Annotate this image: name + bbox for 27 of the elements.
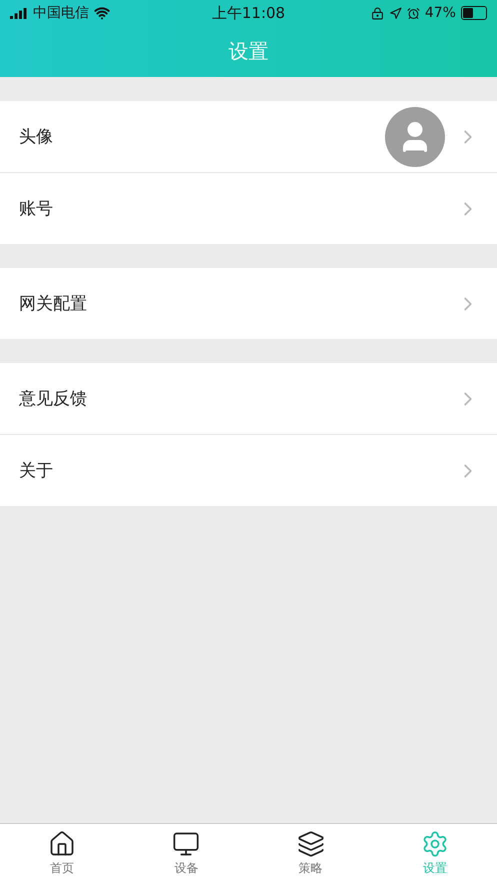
battery-icon [460, 6, 487, 20]
battery-percent: 47% [424, 5, 456, 21]
row-label: 账号 [19, 198, 54, 220]
tab-item[interactable]: 设备 [124, 824, 248, 883]
settings-row[interactable]: 网关配置 [0, 268, 497, 339]
home-icon [48, 830, 76, 858]
rotation-lock-icon [370, 6, 384, 20]
wifi-icon [94, 5, 110, 21]
status-time: 上午11:08 [212, 4, 286, 22]
settings-row[interactable]: 关于 [0, 434, 497, 506]
row-label: 关于 [19, 460, 54, 482]
carrier-text: 中国电信 [33, 4, 89, 22]
settings-row[interactable]: 意见反馈 [0, 363, 497, 434]
layers-icon [296, 830, 325, 858]
settings-row[interactable]: 头像 [0, 101, 497, 172]
page-title: 设置 [228, 38, 268, 65]
tab-item[interactable]: 首页 [0, 824, 124, 883]
tab-item[interactable]: 策略 [248, 824, 373, 883]
monitor-icon [172, 830, 200, 858]
row-label: 头像 [19, 126, 54, 148]
row-label: 网关配置 [19, 293, 88, 315]
settings-icon [420, 830, 449, 858]
settings-row[interactable]: 账号 [0, 172, 497, 244]
row-label: 意见反馈 [19, 388, 88, 410]
alarm-icon [406, 6, 420, 20]
signal-icon [10, 8, 28, 18]
location-icon [388, 6, 402, 20]
